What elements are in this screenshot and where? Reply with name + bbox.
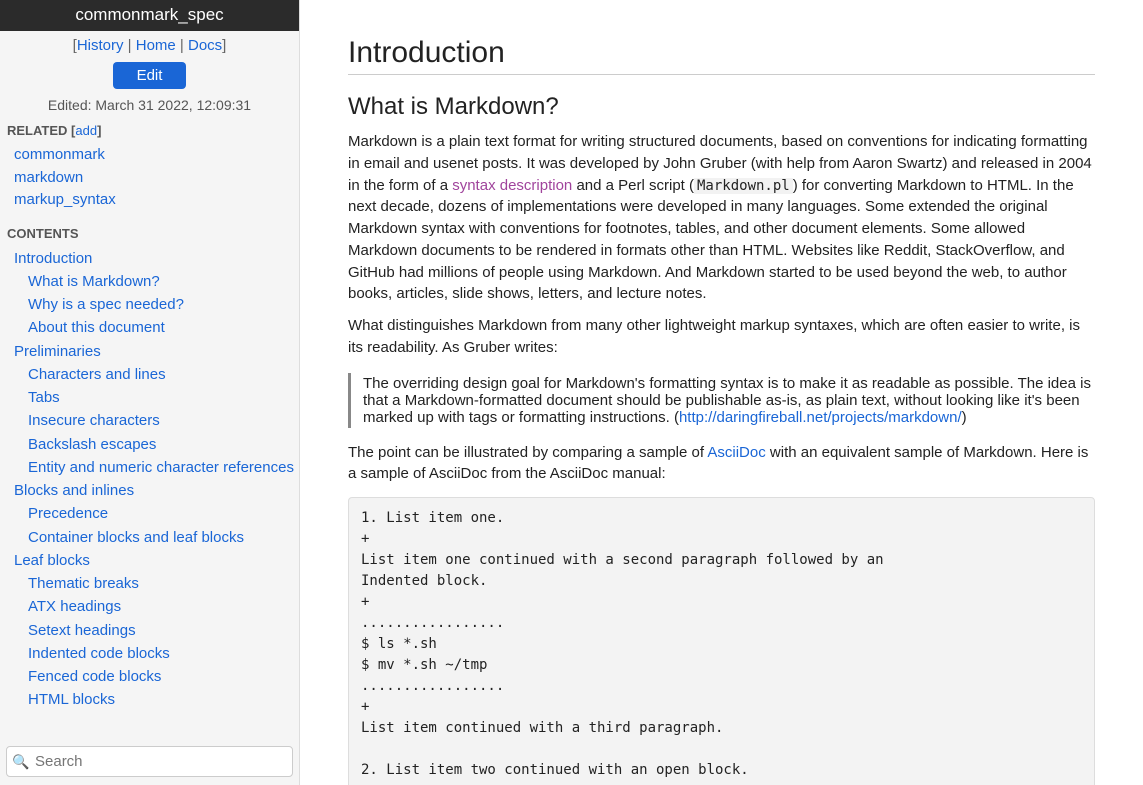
doc-h2: What is Markdown? — [348, 93, 1095, 121]
sidebar: commonmark_spec [History | Home | Docs] … — [0, 0, 300, 785]
toc: IntroductionWhat is Markdown?Why is a sp… — [0, 245, 299, 739]
gruber-quote: The overriding design goal for Markdown'… — [348, 373, 1095, 428]
related-link[interactable]: markup_syntax — [14, 189, 299, 212]
intro-paragraph-2: What distinguishes Markdown from many ot… — [348, 315, 1095, 359]
edit-button[interactable]: Edit — [113, 62, 187, 89]
toc-item[interactable]: Fenced code blocks — [14, 665, 299, 688]
toc-section[interactable]: Preliminaries — [14, 340, 299, 363]
daringfireball-link[interactable]: http://daringfireball.net/projects/markd… — [679, 409, 962, 426]
contents-heading: CONTENTS — [0, 222, 299, 245]
toc-section[interactable]: Blocks and inlines — [14, 479, 299, 502]
toc-item[interactable]: Characters and lines — [14, 363, 299, 386]
toc-item[interactable]: Thematic breaks — [14, 572, 299, 595]
top-nav: [History | Home | Docs] — [0, 31, 299, 60]
doc-h1: Introduction — [348, 36, 1095, 75]
home-link[interactable]: Home — [136, 37, 176, 54]
markdown-pl-code: Markdown.pl — [694, 178, 793, 194]
docs-link[interactable]: Docs — [188, 37, 222, 54]
toc-item[interactable]: Insecure characters — [14, 409, 299, 432]
toc-item[interactable]: Entity and numeric character references — [14, 456, 299, 479]
toc-item[interactable]: Precedence — [14, 502, 299, 525]
related-link[interactable]: markdown — [14, 167, 299, 190]
asciidoc-sample-code: 1. List item one. + List item one contin… — [348, 497, 1095, 785]
toc-item[interactable]: Setext headings — [14, 619, 299, 642]
toc-section[interactable]: Leaf blocks — [14, 549, 299, 572]
intro-paragraph-1: Markdown is a plain text format for writ… — [348, 131, 1095, 305]
toc-item[interactable]: Indented code blocks — [14, 642, 299, 665]
page-title: commonmark_spec — [0, 0, 299, 31]
document-body: Introduction What is Markdown? Markdown … — [300, 0, 1143, 785]
toc-item[interactable]: Backslash escapes — [14, 433, 299, 456]
add-related-link[interactable]: add — [75, 123, 97, 138]
edited-timestamp: Edited: March 31 2022, 12:09:31 — [0, 97, 299, 119]
toc-item[interactable]: ATX headings — [14, 595, 299, 618]
related-link[interactable]: commonmark — [14, 144, 299, 167]
search-input[interactable] — [6, 746, 293, 777]
toc-item[interactable]: Why is a spec needed? — [14, 293, 299, 316]
history-link[interactable]: History — [77, 37, 124, 54]
toc-item[interactable]: Container blocks and leaf blocks — [14, 526, 299, 549]
asciidoc-link[interactable]: AsciiDoc — [707, 444, 765, 461]
intro-paragraph-3: The point can be illustrated by comparin… — [348, 442, 1095, 486]
syntax-description-link[interactable]: syntax description — [452, 177, 572, 194]
toc-item[interactable]: About this document — [14, 316, 299, 339]
toc-item[interactable]: What is Markdown? — [14, 270, 299, 293]
toc-section[interactable]: Introduction — [14, 247, 299, 270]
related-list: commonmarkmarkdownmarkup_syntax — [0, 142, 299, 222]
related-heading: RELATED [add] — [0, 119, 299, 142]
toc-item[interactable]: HTML blocks — [14, 688, 299, 711]
toc-item[interactable]: Tabs — [14, 386, 299, 409]
